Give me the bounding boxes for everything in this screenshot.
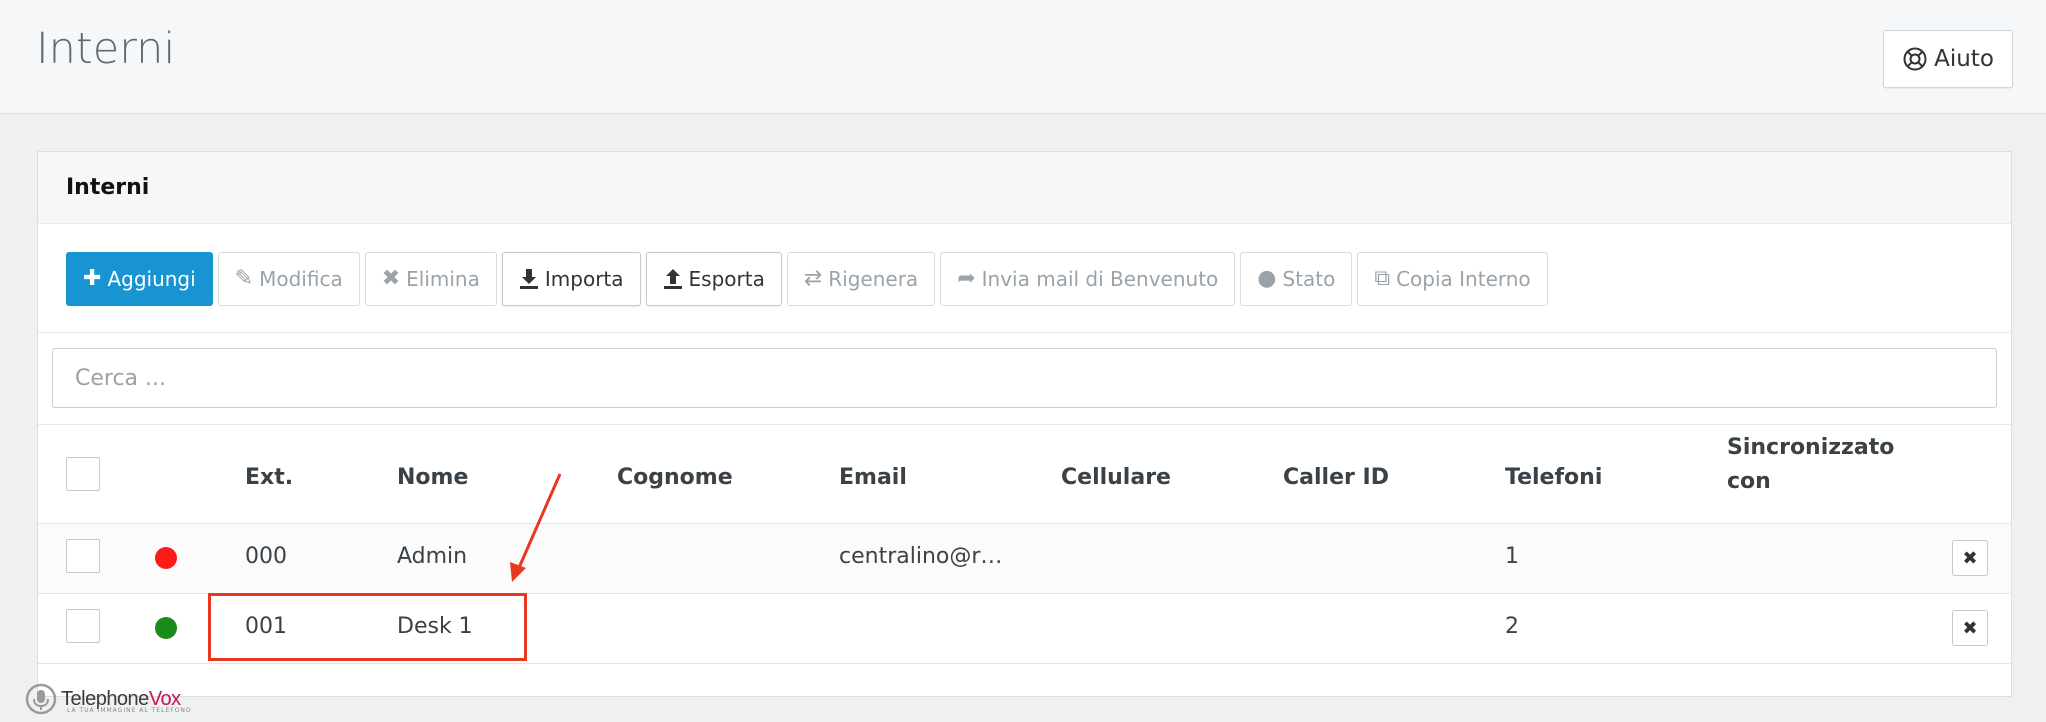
import-button[interactable]: Importa [501, 252, 641, 306]
delete-row-button[interactable]: ✖ [1952, 540, 1988, 576]
export-button-label: Esporta [688, 267, 765, 291]
column-sincronizzato[interactable]: Sincronizzato con [1727, 431, 1897, 499]
cell-telefoni: 1 [1505, 544, 1519, 569]
status-button[interactable]: ● Stato [1240, 252, 1353, 306]
delete-button-label: Elimina [406, 267, 480, 291]
annotation-arrow [510, 473, 562, 582]
divider [38, 332, 2011, 333]
copy-extension-button[interactable]: ⧉ Copia Interno [1357, 252, 1548, 306]
table-row[interactable]: 000 Admin centralino@r… 1 ✖ [38, 524, 2011, 594]
microphone-logo-icon [25, 683, 57, 715]
column-cognome[interactable]: Cognome [617, 465, 733, 490]
send-welcome-mail-label: Invia mail di Benvenuto [981, 267, 1219, 291]
row-checkbox[interactable] [66, 609, 100, 643]
upload-icon [663, 269, 682, 289]
column-cellulare[interactable]: Cellulare [1061, 465, 1171, 490]
logo-tagline: LA TUA IMMAGINE AL TELEFONO [67, 707, 192, 714]
column-email[interactable]: Email [839, 465, 907, 490]
panel-title: Interni [38, 152, 2011, 224]
copy-extension-label: Copia Interno [1396, 267, 1531, 291]
page-header: Interni Aiuto [0, 0, 2046, 114]
delete-button[interactable]: ✖ Elimina [364, 252, 497, 306]
row-checkbox[interactable] [66, 539, 100, 573]
select-all-checkbox[interactable] [66, 457, 100, 491]
table-header: Ext. Nome Cognome Email Cellulare Caller… [38, 425, 2011, 524]
delete-row-button[interactable]: ✖ [1952, 610, 1988, 646]
toolbar: ✚ Aggiungi ✎ Modifica ✖ Elimina Importa … [66, 252, 1548, 306]
column-telefoni[interactable]: Telefoni [1505, 465, 1602, 490]
help-button[interactable]: Aiuto [1883, 30, 2013, 88]
send-welcome-mail-button[interactable]: ➦ Invia mail di Benvenuto [940, 252, 1236, 306]
cell-telefoni: 2 [1505, 614, 1519, 639]
add-button-label: Aggiungi [107, 267, 196, 291]
download-icon [519, 269, 538, 289]
import-button-label: Importa [544, 267, 624, 291]
regenerate-button[interactable]: ⇄ Rigenera [786, 252, 936, 306]
cell-nome: Admin [397, 544, 468, 569]
telephonevox-logo: TelephoneVox LA TUA IMMAGINE AL TELEFONO [25, 683, 191, 715]
cell-ext: 000 [245, 544, 287, 569]
share-icon: ➦ [957, 266, 976, 291]
edit-button-label: Modifica [259, 267, 343, 291]
close-icon: ✖ [381, 266, 401, 291]
cell-email: centralino@r… [839, 544, 1003, 569]
circle-icon: ● [1257, 266, 1277, 291]
help-button-label: Aiuto [1934, 46, 1994, 72]
column-caller-id[interactable]: Caller ID [1283, 465, 1389, 490]
column-nome[interactable]: Nome [397, 465, 468, 490]
pencil-icon: ✎ [234, 266, 254, 291]
edit-button[interactable]: ✎ Modifica [217, 252, 360, 306]
search-input[interactable] [52, 348, 1997, 408]
status-button-label: Stato [1282, 267, 1336, 291]
status-dot [155, 617, 177, 639]
add-button[interactable]: ✚ Aggiungi [66, 252, 213, 306]
copy-icon: ⧉ [1374, 266, 1391, 291]
export-button[interactable]: Esporta [645, 252, 782, 306]
annotation-highlight-box [208, 593, 527, 661]
regenerate-button-label: Rigenera [828, 267, 919, 291]
plus-icon: ✚ [83, 266, 102, 291]
close-icon: ✖ [1962, 617, 1978, 639]
retweet-icon: ⇄ [803, 266, 823, 291]
status-dot [155, 547, 177, 569]
column-ext[interactable]: Ext. [245, 465, 293, 490]
page-title: Interni [36, 24, 176, 74]
close-icon: ✖ [1962, 547, 1978, 569]
lifebuoy-icon [1903, 47, 1927, 71]
